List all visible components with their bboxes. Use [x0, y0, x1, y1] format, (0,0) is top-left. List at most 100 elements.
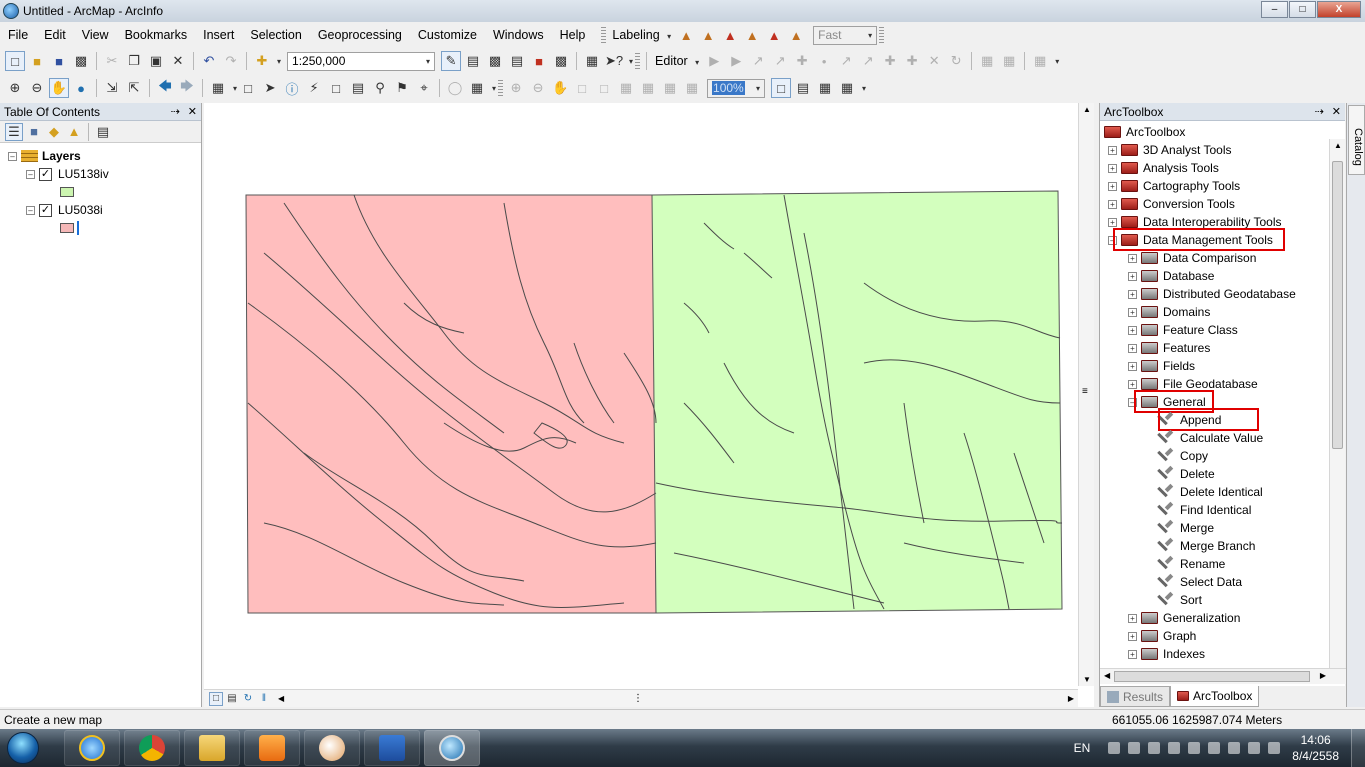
- menu-windows[interactable]: Windows: [485, 24, 552, 46]
- tool-row[interactable]: Sort: [1158, 591, 1202, 609]
- layer-symbol-swatch[interactable]: [60, 187, 74, 197]
- update-tray-icon[interactable]: [1168, 742, 1181, 754]
- layers-group-row[interactable]: – Layers: [0, 147, 201, 165]
- go-to-xy-icon[interactable]: ⌖: [414, 78, 434, 98]
- expand-icon[interactable]: +: [1128, 379, 1137, 389]
- arcmap-app-icon[interactable]: [3, 3, 19, 19]
- search-window-icon[interactable]: ▤: [507, 51, 527, 71]
- pin-icon[interactable]: ⇢: [1315, 105, 1324, 118]
- menu-edit[interactable]: Edit: [36, 24, 74, 46]
- scrollbar-thumb[interactable]: [1332, 161, 1343, 449]
- menu-help[interactable]: Help: [552, 24, 594, 46]
- arctoolbox-icon[interactable]: ■: [529, 51, 549, 71]
- create-viewer-icon[interactable]: ▦: [467, 78, 487, 98]
- toolset-row[interactable]: + Indexes: [1128, 645, 1205, 663]
- attributes-icon[interactable]: ↻: [946, 51, 966, 71]
- layer-row[interactable]: – ✓ LU5138iv: [0, 165, 201, 183]
- map-display[interactable]: ▲ ≡ ▼ □ ▤ ↻ ‖ ◀ ⋮ ▶: [204, 103, 1094, 707]
- zoom-whole-page-icon[interactable]: □: [572, 78, 592, 98]
- toolset-row[interactable]: + Data Comparison: [1128, 249, 1256, 267]
- layer-row[interactable]: – ✓ LU5038i: [0, 201, 201, 219]
- label-weight-icon[interactable]: ▲: [720, 25, 740, 45]
- undo-icon[interactable]: ↶: [199, 51, 219, 71]
- tool-row[interactable]: Merge Branch: [1158, 537, 1255, 555]
- help-tray-icon[interactable]: [1108, 742, 1121, 754]
- tool-row[interactable]: Copy: [1158, 447, 1208, 465]
- menu-view[interactable]: View: [74, 24, 117, 46]
- add-data-dropdown-arrow[interactable]: ▾: [277, 57, 281, 66]
- layer-symbol-swatch[interactable]: [60, 223, 74, 233]
- find-icon[interactable]: ⚲: [370, 78, 390, 98]
- flag-tray-icon[interactable]: [1208, 742, 1221, 754]
- toolset-row[interactable]: +3D Analyst Tools: [1108, 141, 1232, 159]
- close-button[interactable]: X: [1317, 1, 1361, 18]
- expand-icon[interactable]: +: [1128, 343, 1137, 353]
- expand-icon[interactable]: +: [1128, 631, 1137, 641]
- layout-dropdown-arrow[interactable]: ▾: [862, 84, 866, 93]
- print-icon[interactable]: ▩: [71, 51, 91, 71]
- label-priority-icon[interactable]: ▲: [698, 25, 718, 45]
- toolbox-vertical-scrollbar[interactable]: ▲ ▼: [1329, 139, 1345, 684]
- zoom-100-icon[interactable]: □: [594, 78, 614, 98]
- map-canvas[interactable]: [204, 103, 1078, 688]
- action-center-icon[interactable]: [1128, 742, 1141, 754]
- expand-icon[interactable]: +: [1128, 613, 1137, 623]
- collapse-icon[interactable]: –: [26, 169, 35, 179]
- change-layout-icon[interactable]: ▦: [815, 78, 835, 98]
- tool-row[interactable]: Calculate Value: [1158, 429, 1263, 447]
- expand-icon[interactable]: +: [1108, 217, 1117, 227]
- pause-drawing-icon[interactable]: ‖: [257, 692, 271, 706]
- tab-results[interactable]: Results: [1100, 686, 1171, 707]
- bluetooth-icon[interactable]: [1248, 742, 1261, 754]
- toolbar-grip[interactable]: [498, 80, 504, 96]
- maximize-button[interactable]: □: [1289, 1, 1316, 18]
- save-icon[interactable]: ■: [49, 51, 69, 71]
- collapse-icon[interactable]: –: [8, 151, 17, 161]
- tool-row[interactable]: Rename: [1158, 555, 1225, 573]
- list-by-selection-icon[interactable]: ▲: [65, 123, 83, 141]
- paste-icon[interactable]: ▣: [146, 51, 166, 71]
- language-indicator[interactable]: EN: [1074, 741, 1091, 755]
- attributes-window-icon[interactable]: ▦: [977, 51, 997, 71]
- fixed-zoom-out-icon[interactable]: ⇱: [124, 78, 144, 98]
- tab-arctoolbox[interactable]: ArcToolbox: [1170, 686, 1260, 707]
- pause-labeling-icon[interactable]: ▲: [764, 25, 784, 45]
- map-horizontal-scrollbar[interactable]: □ ▤ ↻ ‖ ◀ ⋮ ▶: [204, 689, 1078, 707]
- refresh-view-icon[interactable]: ↻: [241, 692, 255, 706]
- taskbar-internet-explorer[interactable]: [64, 730, 120, 766]
- catalog-window-icon[interactable]: ▩: [485, 51, 505, 71]
- toolset-row[interactable]: + Graph: [1128, 627, 1196, 645]
- go-forward-extent-icon[interactable]: ▦: [682, 78, 702, 98]
- fixed-zoom-in-icon[interactable]: ⇲: [102, 78, 122, 98]
- tool-row[interactable]: Find Identical: [1158, 501, 1251, 519]
- go-back-icon[interactable]: 🡄: [155, 78, 175, 98]
- layout-zoom-in-icon[interactable]: ⊕: [506, 78, 526, 98]
- volume-icon[interactable]: [1228, 742, 1241, 754]
- collapse-icon[interactable]: –: [26, 205, 35, 215]
- toggle-draft-mode-icon[interactable]: □: [771, 78, 792, 98]
- python-window-icon[interactable]: ▩: [551, 51, 571, 71]
- list-by-source-icon[interactable]: ■: [25, 123, 43, 141]
- menu-bookmarks[interactable]: Bookmarks: [117, 24, 196, 46]
- toolbox-horizontal-scrollbar[interactable]: ◀ ▶: [1100, 668, 1346, 684]
- layout-view-button[interactable]: ▤: [225, 692, 239, 706]
- layout-zoom-percent-dropdown[interactable]: 100% ▾: [707, 78, 766, 98]
- toolset-row[interactable]: + Features: [1128, 339, 1210, 357]
- layout-pan-icon[interactable]: ✋: [550, 78, 570, 98]
- label-quality-dropdown[interactable]: Fast ▾: [813, 25, 878, 45]
- menu-geoprocessing[interactable]: Geoprocessing: [310, 24, 410, 46]
- data-driven-pages-icon[interactable]: ▦: [837, 78, 857, 98]
- copy-icon[interactable]: ❐: [124, 51, 144, 71]
- toolbar-grip[interactable]: [879, 27, 885, 43]
- tool-row[interactable]: Merge: [1158, 519, 1214, 537]
- trace-icon[interactable]: ✚: [792, 51, 812, 71]
- go-forward-icon[interactable]: 🡆: [177, 78, 197, 98]
- taskbar-paint[interactable]: [304, 730, 360, 766]
- reshape-icon[interactable]: ↗: [858, 51, 878, 71]
- lock-labels-icon[interactable]: ▲: [742, 25, 762, 45]
- edit-annotation-icon[interactable]: ▶: [726, 51, 746, 71]
- expand-icon[interactable]: +: [1108, 181, 1117, 191]
- expand-icon[interactable]: +: [1108, 163, 1117, 173]
- fixed-zoom-in-layout-icon[interactable]: ▦: [616, 78, 636, 98]
- toolset-row[interactable]: + Database: [1128, 267, 1214, 285]
